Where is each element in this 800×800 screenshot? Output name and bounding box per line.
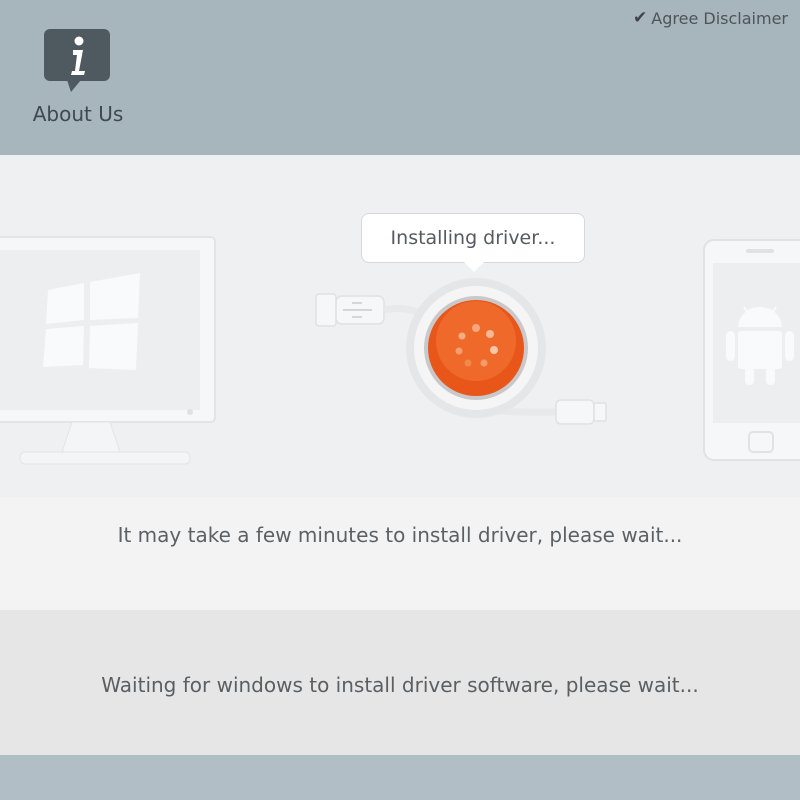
- checkmark-icon: ✔: [633, 8, 648, 28]
- status-message: Waiting for windows to install driver so…: [101, 673, 699, 697]
- info-speech-bubble-icon: [44, 29, 110, 92]
- loading-spinner-icon: [406, 278, 546, 418]
- usb-plug-icon: [315, 293, 426, 327]
- agree-disclaimer-link[interactable]: ✔ Agree Disclaimer: [633, 8, 788, 28]
- install-wait-message: It may take a few minutes to install dri…: [117, 523, 683, 547]
- header-bar: About Us ✔ Agree Disclaimer: [0, 0, 800, 155]
- installing-driver-tooltip: Installing driver...: [361, 213, 585, 263]
- footer-bar: [0, 755, 800, 800]
- info-band: [0, 497, 800, 610]
- agree-disclaimer-label: Agree Disclaimer: [651, 8, 788, 28]
- about-us-button[interactable]: About Us: [22, 26, 134, 126]
- device-illustration: [0, 236, 800, 465]
- about-us-label: About Us: [32, 102, 124, 126]
- tooltip-tail: [464, 262, 484, 272]
